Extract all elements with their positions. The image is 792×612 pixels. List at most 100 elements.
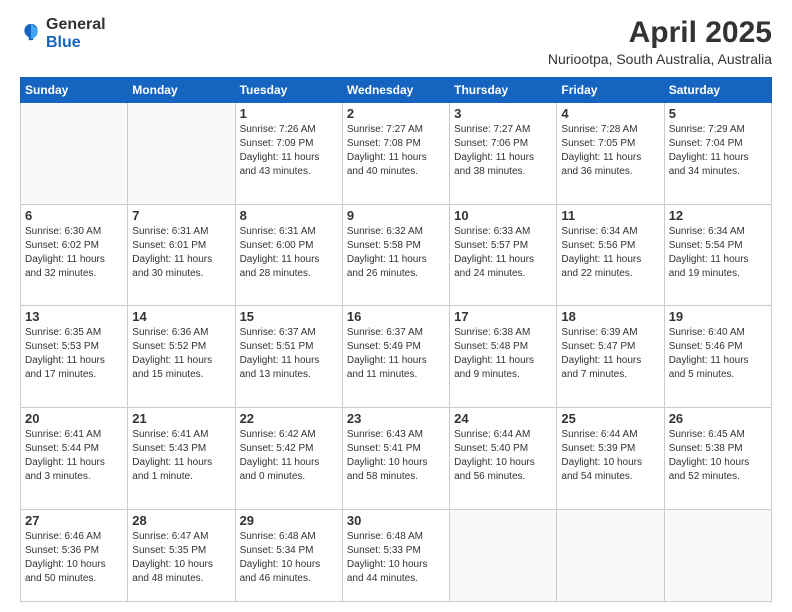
- calendar-cell: 10 Sunrise: 6:33 AM Sunset: 5:57 PM Dayli…: [450, 204, 557, 306]
- day-number: 18: [561, 309, 659, 324]
- day-number: 24: [454, 411, 552, 426]
- day-info: Sunrise: 6:44 AM Sunset: 5:39 PM Dayligh…: [561, 428, 659, 484]
- day-info: Sunrise: 6:34 AM Sunset: 5:56 PM Dayligh…: [561, 225, 659, 281]
- calendar-cell: 20 Sunrise: 6:41 AM Sunset: 5:44 PM Dayli…: [21, 407, 128, 509]
- calendar-table: Sunday Monday Tuesday Wednesday Thursday…: [20, 77, 772, 602]
- col-saturday: Saturday: [664, 78, 771, 103]
- calendar-cell: 12 Sunrise: 6:34 AM Sunset: 5:54 PM Dayli…: [664, 204, 771, 306]
- day-info: Sunrise: 6:36 AM Sunset: 5:52 PM Dayligh…: [132, 326, 230, 382]
- calendar-cell: [450, 509, 557, 601]
- day-info: Sunrise: 6:45 AM Sunset: 5:38 PM Dayligh…: [669, 428, 767, 484]
- calendar-header-row: Sunday Monday Tuesday Wednesday Thursday…: [21, 78, 772, 103]
- day-info: Sunrise: 6:39 AM Sunset: 5:47 PM Dayligh…: [561, 326, 659, 382]
- day-number: 15: [240, 309, 338, 324]
- day-number: 3: [454, 106, 552, 121]
- day-info: Sunrise: 7:27 AM Sunset: 7:06 PM Dayligh…: [454, 123, 552, 179]
- day-info: Sunrise: 6:35 AM Sunset: 5:53 PM Dayligh…: [25, 326, 123, 382]
- calendar-cell: 4Sunrise: 7:28 AM Sunset: 7:05 PM Daylig…: [557, 103, 664, 205]
- day-info: Sunrise: 6:43 AM Sunset: 5:41 PM Dayligh…: [347, 428, 445, 484]
- col-wednesday: Wednesday: [342, 78, 449, 103]
- col-sunday: Sunday: [21, 78, 128, 103]
- day-info: Sunrise: 6:40 AM Sunset: 5:46 PM Dayligh…: [669, 326, 767, 382]
- day-number: 7: [132, 208, 230, 223]
- day-number: 13: [25, 309, 123, 324]
- day-info: Sunrise: 6:46 AM Sunset: 5:36 PM Dayligh…: [25, 530, 123, 586]
- day-info: Sunrise: 7:28 AM Sunset: 7:05 PM Dayligh…: [561, 123, 659, 179]
- calendar-cell: 8Sunrise: 6:31 AM Sunset: 6:00 PM Daylig…: [235, 204, 342, 306]
- logo-general: General: [46, 16, 106, 34]
- day-number: 14: [132, 309, 230, 324]
- day-number: 6: [25, 208, 123, 223]
- calendar-cell: 1Sunrise: 7:26 AM Sunset: 7:09 PM Daylig…: [235, 103, 342, 205]
- day-number: 25: [561, 411, 659, 426]
- day-info: Sunrise: 6:30 AM Sunset: 6:02 PM Dayligh…: [25, 225, 123, 281]
- day-number: 11: [561, 208, 659, 223]
- calendar-cell: 9Sunrise: 6:32 AM Sunset: 5:58 PM Daylig…: [342, 204, 449, 306]
- col-friday: Friday: [557, 78, 664, 103]
- calendar-cell: 28 Sunrise: 6:47 AM Sunset: 5:35 PM Dayli…: [128, 509, 235, 601]
- logo-icon: [20, 21, 42, 43]
- col-monday: Monday: [128, 78, 235, 103]
- col-thursday: Thursday: [450, 78, 557, 103]
- day-number: 30: [347, 513, 445, 528]
- calendar-cell: 30Sunrise: 6:48 AM Sunset: 5:33 PM Dayli…: [342, 509, 449, 601]
- day-info: Sunrise: 7:27 AM Sunset: 7:08 PM Dayligh…: [347, 123, 445, 179]
- calendar-cell: 16 Sunrise: 6:37 AM Sunset: 5:49 PM Dayli…: [342, 306, 449, 408]
- day-info: Sunrise: 7:26 AM Sunset: 7:09 PM Dayligh…: [240, 123, 338, 179]
- calendar-cell: 21Sunrise: 6:41 AM Sunset: 5:43 PM Dayli…: [128, 407, 235, 509]
- day-number: 12: [669, 208, 767, 223]
- calendar-cell: 22 Sunrise: 6:42 AM Sunset: 5:42 PM Dayli…: [235, 407, 342, 509]
- day-info: Sunrise: 6:33 AM Sunset: 5:57 PM Dayligh…: [454, 225, 552, 281]
- day-number: 8: [240, 208, 338, 223]
- day-number: 19: [669, 309, 767, 324]
- header: General Blue April 2025 Nuriootpa, South…: [20, 16, 772, 67]
- logo-blue: Blue: [46, 34, 106, 52]
- day-info: Sunrise: 7:29 AM Sunset: 7:04 PM Dayligh…: [669, 123, 767, 179]
- logo: General Blue: [20, 16, 106, 53]
- day-number: 22: [240, 411, 338, 426]
- calendar-cell: 14 Sunrise: 6:36 AM Sunset: 5:52 PM Dayli…: [128, 306, 235, 408]
- page: General Blue April 2025 Nuriootpa, South…: [0, 0, 792, 612]
- calendar-cell: 6 Sunrise: 6:30 AM Sunset: 6:02 PM Daylig…: [21, 204, 128, 306]
- day-info: Sunrise: 6:32 AM Sunset: 5:58 PM Dayligh…: [347, 225, 445, 281]
- calendar-cell: 24 Sunrise: 6:44 AM Sunset: 5:40 PM Dayli…: [450, 407, 557, 509]
- day-info: Sunrise: 6:38 AM Sunset: 5:48 PM Dayligh…: [454, 326, 552, 382]
- calendar-cell: 23Sunrise: 6:43 AM Sunset: 5:41 PM Dayli…: [342, 407, 449, 509]
- calendar-cell: [21, 103, 128, 205]
- calendar-cell: 17 Sunrise: 6:38 AM Sunset: 5:48 PM Dayli…: [450, 306, 557, 408]
- day-info: Sunrise: 6:34 AM Sunset: 5:54 PM Dayligh…: [669, 225, 767, 281]
- calendar-cell: 15 Sunrise: 6:37 AM Sunset: 5:51 PM Dayli…: [235, 306, 342, 408]
- calendar-cell: 2 Sunrise: 7:27 AM Sunset: 7:08 PM Daylig…: [342, 103, 449, 205]
- calendar-cell: 5Sunrise: 7:29 AM Sunset: 7:04 PM Daylig…: [664, 103, 771, 205]
- calendar-cell: 3 Sunrise: 7:27 AM Sunset: 7:06 PM Daylig…: [450, 103, 557, 205]
- calendar-cell: 25 Sunrise: 6:44 AM Sunset: 5:39 PM Dayli…: [557, 407, 664, 509]
- day-number: 17: [454, 309, 552, 324]
- day-info: Sunrise: 6:37 AM Sunset: 5:51 PM Dayligh…: [240, 326, 338, 382]
- day-number: 28: [132, 513, 230, 528]
- col-tuesday: Tuesday: [235, 78, 342, 103]
- day-info: Sunrise: 6:41 AM Sunset: 5:44 PM Dayligh…: [25, 428, 123, 484]
- day-number: 20: [25, 411, 123, 426]
- day-info: Sunrise: 6:44 AM Sunset: 5:40 PM Dayligh…: [454, 428, 552, 484]
- day-number: 2: [347, 106, 445, 121]
- day-number: 16: [347, 309, 445, 324]
- calendar-cell: 7 Sunrise: 6:31 AM Sunset: 6:01 PM Daylig…: [128, 204, 235, 306]
- calendar-cell: [557, 509, 664, 601]
- day-info: Sunrise: 6:47 AM Sunset: 5:35 PM Dayligh…: [132, 530, 230, 586]
- calendar-cell: 27 Sunrise: 6:46 AM Sunset: 5:36 PM Dayli…: [21, 509, 128, 601]
- day-info: Sunrise: 6:48 AM Sunset: 5:34 PM Dayligh…: [240, 530, 338, 586]
- calendar-cell: [128, 103, 235, 205]
- day-number: 21: [132, 411, 230, 426]
- calendar-cell: 19 Sunrise: 6:40 AM Sunset: 5:46 PM Dayli…: [664, 306, 771, 408]
- day-number: 27: [25, 513, 123, 528]
- calendar-cell: 26 Sunrise: 6:45 AM Sunset: 5:38 PM Dayli…: [664, 407, 771, 509]
- day-number: 29: [240, 513, 338, 528]
- day-number: 10: [454, 208, 552, 223]
- main-title: April 2025: [548, 16, 772, 49]
- day-number: 26: [669, 411, 767, 426]
- calendar-cell: [664, 509, 771, 601]
- calendar-cell: 13 Sunrise: 6:35 AM Sunset: 5:53 PM Dayli…: [21, 306, 128, 408]
- day-info: Sunrise: 6:31 AM Sunset: 6:01 PM Dayligh…: [132, 225, 230, 281]
- day-info: Sunrise: 6:42 AM Sunset: 5:42 PM Dayligh…: [240, 428, 338, 484]
- day-info: Sunrise: 6:37 AM Sunset: 5:49 PM Dayligh…: [347, 326, 445, 382]
